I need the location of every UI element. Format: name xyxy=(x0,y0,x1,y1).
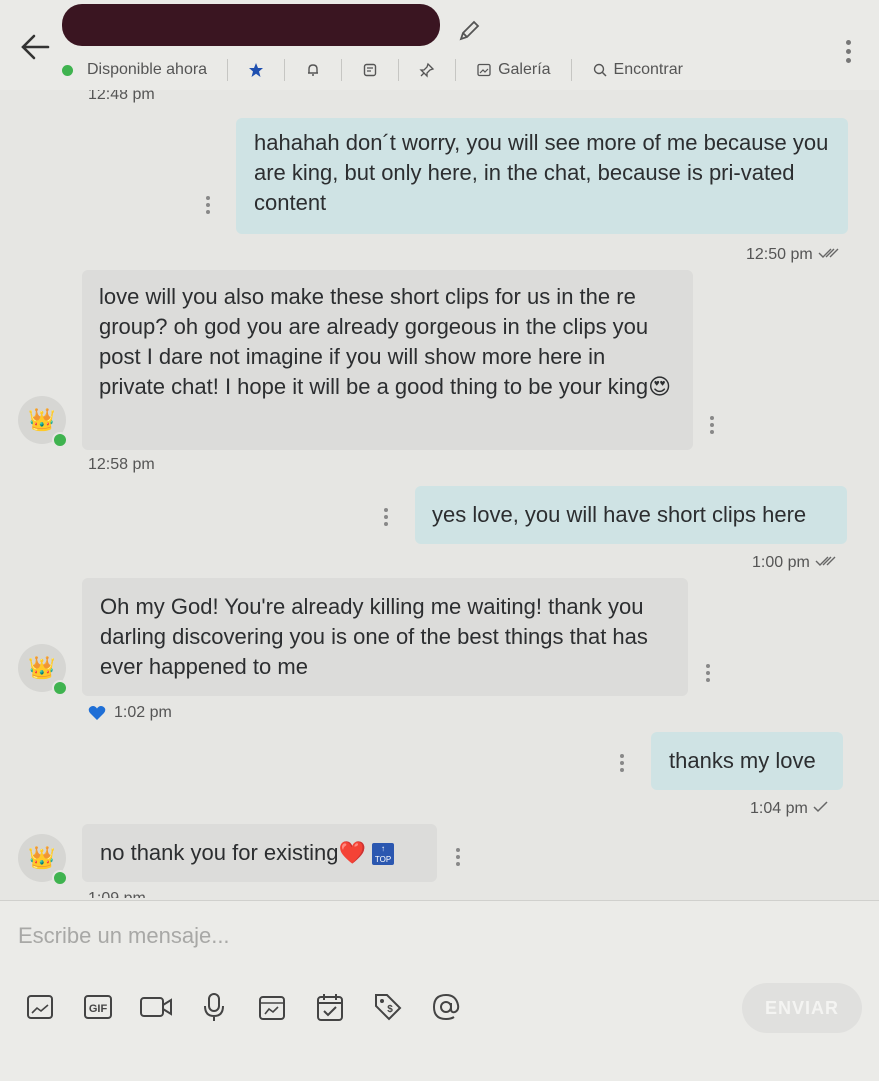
outgoing-message[interactable]: yes love, you will have short clips here xyxy=(415,486,847,544)
media-vault-icon[interactable] xyxy=(254,989,290,1025)
video-camera-icon[interactable] xyxy=(138,989,174,1025)
find-label: Encontrar xyxy=(613,61,683,78)
message-text: thanks my love xyxy=(669,748,816,773)
image-icon[interactable] xyxy=(22,989,58,1025)
mention-icon[interactable] xyxy=(428,989,464,1025)
message-text: love will you also make these short clip… xyxy=(99,284,649,399)
gallery-label: Galería xyxy=(498,61,551,78)
status-indicator[interactable]: Disponible ahora xyxy=(62,61,207,79)
message-text: no thank you for existing xyxy=(100,840,339,865)
incoming-message[interactable]: Oh my God! You're already killing me wai… xyxy=(82,578,688,696)
check-icon xyxy=(813,801,828,813)
message-options-icon[interactable] xyxy=(206,196,210,214)
message-text: hahahah don´t worry, you will see more o… xyxy=(254,130,829,215)
note-icon[interactable] xyxy=(362,62,378,78)
message-timestamp: 12:48 pm xyxy=(88,90,155,103)
message-timestamp: 12:50 pm xyxy=(746,246,843,264)
redacted-contact-name xyxy=(62,4,440,46)
find-button[interactable]: Encontrar xyxy=(592,61,683,79)
message-options-icon[interactable] xyxy=(710,416,714,434)
message-list[interactable]: 12:48 pm hahahah don´t worry, you will s… xyxy=(0,90,879,898)
message-options-icon[interactable] xyxy=(456,848,460,866)
online-dot-icon xyxy=(52,870,68,886)
message-composer: Escribe un mensaje... GIF $ ENVIAR xyxy=(0,900,879,1081)
message-timestamp: 1:00 pm xyxy=(752,554,840,572)
toolbar-divider xyxy=(227,59,229,81)
message-timestamp: 1:02 pm xyxy=(88,704,172,722)
toolbar-divider xyxy=(341,59,343,81)
price-tag-icon[interactable]: $ xyxy=(370,989,406,1025)
message-options-icon[interactable] xyxy=(620,754,624,772)
gallery-icon xyxy=(477,63,491,77)
back-arrow-icon[interactable] xyxy=(20,34,50,66)
gallery-button[interactable]: Galería xyxy=(476,61,551,79)
toolbar-divider xyxy=(398,59,400,81)
bell-icon[interactable] xyxy=(305,62,321,78)
toolbar-divider xyxy=(570,59,572,81)
toolbar-divider xyxy=(455,59,457,81)
outgoing-message[interactable]: thanks my love xyxy=(651,732,843,790)
message-timestamp: 12:58 pm xyxy=(88,456,155,473)
outgoing-message[interactable]: hahahah don´t worry, you will see more o… xyxy=(236,118,848,234)
incoming-message[interactable]: love will you also make these short clip… xyxy=(82,270,693,450)
message-timestamp: 1:09 pm xyxy=(88,890,146,898)
message-options-icon[interactable] xyxy=(384,508,388,526)
online-dot-icon xyxy=(52,680,68,696)
svg-text:GIF: GIF xyxy=(89,1003,108,1015)
edit-pencil-icon[interactable] xyxy=(456,18,482,49)
message-timestamp: 1:04 pm xyxy=(750,800,830,818)
svg-text:$: $ xyxy=(387,1004,393,1015)
incoming-message[interactable]: no thank you for existing❤️ ↑ TOP xyxy=(82,824,437,882)
top-emoji-icon: ↑ TOP xyxy=(372,843,395,866)
message-text: Oh my God! You're already killing me wai… xyxy=(100,594,648,679)
message-options-icon[interactable] xyxy=(706,664,710,682)
avatar[interactable]: 👑 xyxy=(18,396,68,448)
send-button[interactable]: ENVIAR xyxy=(742,983,862,1033)
crown-icon: 👑 xyxy=(28,655,56,680)
calendar-icon[interactable] xyxy=(312,989,348,1025)
toolbar-divider xyxy=(284,59,286,81)
online-dot-icon xyxy=(62,64,73,76)
pin-icon[interactable] xyxy=(419,62,435,78)
avatar[interactable]: 👑 xyxy=(18,834,68,886)
message-text: yes love, you will have short clips here xyxy=(432,502,807,527)
heart-icon xyxy=(88,706,106,720)
crown-icon: 👑 xyxy=(28,845,56,870)
online-dot-icon xyxy=(52,432,68,448)
more-options-icon[interactable] xyxy=(846,40,851,63)
chat-toolbar: Disponible ahora Galería Encontrar xyxy=(62,58,683,82)
emoji: 😍 xyxy=(648,374,672,399)
gif-icon[interactable]: GIF xyxy=(80,989,116,1025)
microphone-icon[interactable] xyxy=(196,989,232,1025)
chat-header: Disponible ahora Galería Encontrar xyxy=(0,0,879,90)
double-check-icon xyxy=(818,248,839,258)
composer-toolbar: GIF $ xyxy=(22,989,464,1025)
double-check-icon xyxy=(815,556,836,566)
status-label: Disponible ahora xyxy=(87,61,208,78)
crown-icon: 👑 xyxy=(28,407,56,432)
avatar[interactable]: 👑 xyxy=(18,644,68,696)
message-input[interactable]: Escribe un mensaje... xyxy=(18,923,838,953)
star-icon[interactable] xyxy=(248,62,264,78)
search-icon xyxy=(593,63,607,77)
emoji: ❤️ xyxy=(338,840,366,865)
